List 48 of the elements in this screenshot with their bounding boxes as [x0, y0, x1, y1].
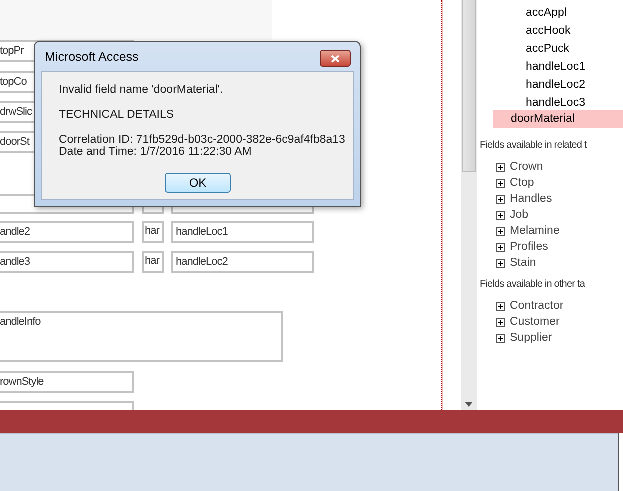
correlation-id: Correlation ID: 71fb529d-b03c-2000-382e-6c9af4fb8a13 [59, 134, 346, 146]
expand-icon[interactable] [496, 226, 505, 236]
field-item[interactable]: doorMaterial [493, 110, 623, 128]
error-message: Invalid field name 'doorMaterial'. [59, 84, 224, 96]
field-item[interactable]: accPuck [480, 40, 623, 58]
text-box[interactable]: rownStyle [0, 371, 134, 393]
table-name[interactable]: Supplier [510, 332, 552, 344]
ok-button[interactable]: OK [165, 173, 231, 193]
table-name[interactable]: Customer [510, 316, 560, 328]
text-box[interactable]: handleLoc2 [171, 251, 314, 273]
field-item[interactable]: accHook [480, 22, 623, 40]
text-box[interactable]: har [142, 251, 164, 273]
field-item[interactable]: handleLoc2 [480, 76, 623, 94]
table-name[interactable]: Job [510, 209, 529, 221]
field-item[interactable]: handleLoc3 [480, 94, 623, 112]
table-name[interactable]: Crown [510, 161, 544, 173]
expand-icon[interactable] [496, 258, 505, 268]
expand-icon[interactable] [496, 242, 505, 252]
expand-icon[interactable] [496, 178, 505, 188]
scrollbar[interactable] [461, 0, 477, 410]
expand-icon[interactable] [496, 162, 505, 172]
expand-icon[interactable] [496, 210, 505, 220]
field-item[interactable]: accAppl [480, 4, 623, 22]
text-box[interactable]: andleInfo [0, 311, 283, 362]
expand-icon[interactable] [496, 302, 505, 310]
table-name[interactable]: Profiles [510, 241, 548, 253]
text-box[interactable]: andle3 [0, 251, 134, 273]
text-box[interactable]: har [142, 221, 164, 243]
section-heading: Fields available in related t [480, 140, 588, 153]
text-box[interactable]: andle2 [0, 221, 134, 243]
text-box[interactable]: handleLoc1 [171, 221, 314, 243]
scroll-down-icon[interactable] [465, 402, 473, 407]
dialog-title: Microsoft Access [45, 50, 139, 64]
expand-icon[interactable] [496, 194, 505, 204]
table-name[interactable]: Handles [510, 193, 552, 205]
close-button[interactable] [320, 50, 351, 67]
table-name[interactable]: Contractor [510, 300, 564, 312]
close-icon [331, 54, 340, 62]
table-name[interactable]: Ctop [510, 177, 534, 189]
section-heading: Fields available in other ta [480, 279, 586, 292]
expand-icon[interactable] [496, 318, 505, 326]
date-time: Date and Time: 1/7/2016 11:22:30 AM [59, 146, 253, 158]
table-name[interactable]: Stain [510, 257, 536, 269]
table-name[interactable]: Melamine [510, 225, 560, 237]
field-item[interactable]: handleLoc1 [480, 58, 623, 76]
scroll-thumb[interactable] [462, 0, 476, 172]
expand-icon[interactable] [496, 334, 505, 342]
details-heading: TECHNICAL DETAILS [59, 109, 176, 121]
